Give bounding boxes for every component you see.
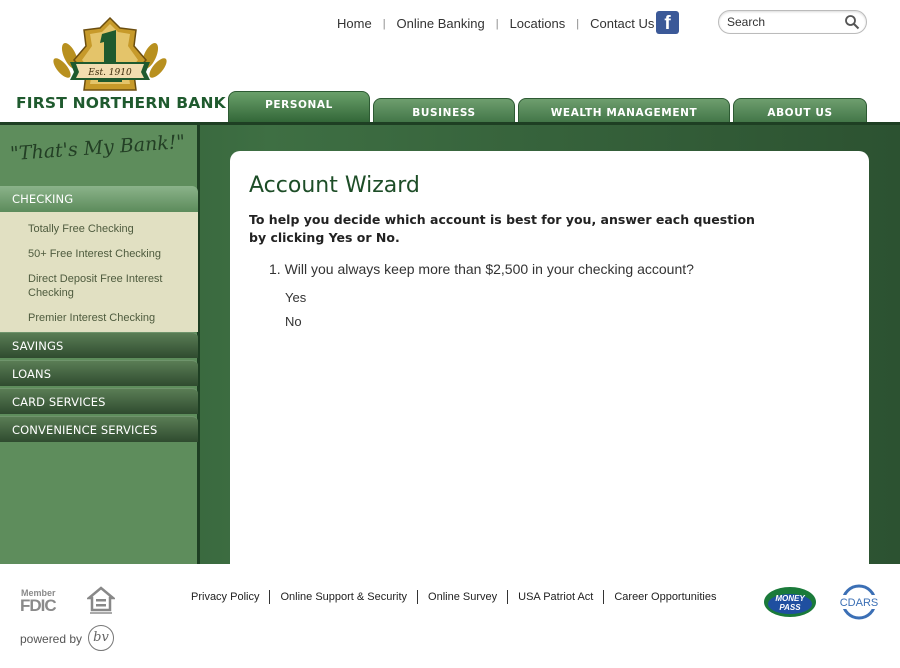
submenu-direct-deposit-free-interest-checking[interactable]: Direct Deposit Free Interest Checking (28, 272, 188, 300)
fdic-text: FDIC (20, 596, 57, 615)
submenu-50-plus-free-interest-checking[interactable]: 50+ Free Interest Checking (28, 247, 188, 261)
footer-usa-patriot-act-link[interactable]: USA Patriot Act (508, 590, 605, 604)
wizard-question: 1. Will you always keep more than $2,500… (269, 261, 694, 277)
submenu-totally-free-checking[interactable]: Totally Free Checking (28, 222, 188, 236)
footer-online-survey-link[interactable]: Online Survey (418, 590, 509, 604)
site-header: Est. 1910 FIRST NORTHERN BANK Home | Onl… (0, 0, 900, 124)
svg-text:PASS: PASS (779, 603, 801, 612)
fdic-logo: Member FDIC (20, 588, 60, 616)
sidebar: "That's My Bank!" CHECKING Totally Free … (0, 125, 200, 564)
wizard-instructions: To help you decide which account is best… (249, 212, 755, 245)
tab-personal[interactable]: PERSONAL (228, 91, 370, 124)
nav-separator: | (495, 17, 499, 30)
nav-locations-link[interactable]: Locations (503, 16, 573, 31)
tab-wealth-management[interactable]: WEALTH MANAGEMENT (518, 98, 730, 124)
cdars-logo-icon[interactable]: CDARS (833, 584, 885, 620)
answer-yes-link[interactable]: Yes (285, 290, 306, 305)
facebook-icon[interactable]: f (656, 11, 679, 34)
bank-name: FIRST NORTHERN BANK (16, 94, 226, 112)
checking-submenu: Totally Free Checking 50+ Free Interest … (0, 212, 198, 332)
footer-privacy-policy-link[interactable]: Privacy Policy (183, 590, 271, 604)
footer-links: Privacy Policy Online Support & Security… (183, 590, 726, 604)
search-box (718, 10, 867, 34)
sidebar-item-loans[interactable]: LOANS (0, 360, 198, 386)
question-number: 1. (269, 261, 281, 277)
bv-logo-icon[interactable]: bv (88, 625, 114, 651)
tab-about-us[interactable]: ABOUT US (733, 98, 867, 124)
top-utility-nav: Home | Online Banking | Locations | Cont… (330, 16, 661, 31)
answer-no-link[interactable]: No (285, 314, 302, 329)
site-footer: Member FDIC powered by bv Privacy Policy… (0, 564, 900, 668)
moneypass-logo-icon[interactable]: MONEY PASS (762, 584, 818, 620)
bank-logo[interactable]: Est. 1910 FIRST NORTHERN BANK (12, 14, 226, 114)
est-text: Est. 1910 (87, 68, 132, 78)
page-title: Account Wizard (249, 173, 420, 198)
sidebar-item-convenience-services[interactable]: CONVENIENCE SERVICES (0, 416, 198, 442)
nav-separator: | (576, 17, 580, 30)
footer-online-support-link[interactable]: Online Support & Security (270, 590, 419, 604)
bank-emblem-icon: Est. 1910 (53, 16, 167, 91)
svg-text:MONEY: MONEY (775, 594, 805, 603)
nav-online-banking-link[interactable]: Online Banking (390, 16, 492, 31)
footer-career-opportunities-link[interactable]: Career Opportunities (604, 590, 726, 604)
svg-text:CDARS: CDARS (840, 597, 879, 609)
nav-home-link[interactable]: Home (330, 16, 379, 31)
search-icon[interactable] (844, 14, 860, 30)
equal-housing-lender-icon (87, 586, 115, 614)
submenu-premier-interest-checking[interactable]: Premier Interest Checking (28, 311, 188, 325)
tagline: "That's My Bank!" (9, 130, 186, 166)
sidebar-item-checking[interactable]: CHECKING (0, 186, 198, 212)
nav-contact-us-link[interactable]: Contact Us (583, 16, 661, 31)
sidebar-item-card-services[interactable]: CARD SERVICES (0, 388, 198, 414)
nav-separator: | (382, 17, 386, 30)
search-input[interactable] (727, 15, 842, 29)
main-content-card: Account Wizard To help you decide which … (230, 151, 869, 571)
sidebar-item-savings[interactable]: SAVINGS (0, 332, 198, 358)
powered-by-text: powered by (20, 632, 83, 646)
question-text: Will you always keep more than $2,500 in… (284, 261, 694, 277)
tab-business[interactable]: BUSINESS (373, 98, 515, 124)
